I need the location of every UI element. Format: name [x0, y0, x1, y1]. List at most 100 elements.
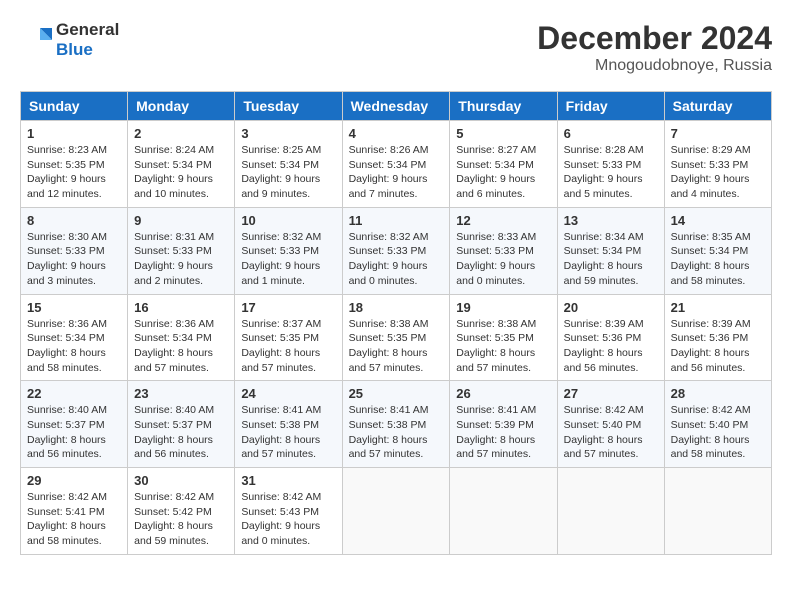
day-info: Sunrise: 8:30 AM Sunset: 5:33 PM Dayligh… [27, 230, 121, 289]
calendar-week-row: 15 Sunrise: 8:36 AM Sunset: 5:34 PM Dayli… [21, 294, 772, 381]
day-number: 21 [671, 300, 765, 315]
calendar-cell: 3 Sunrise: 8:25 AM Sunset: 5:34 PM Daylig… [235, 121, 342, 208]
day-number: 6 [564, 126, 658, 141]
day-info: Sunrise: 8:27 AM Sunset: 5:34 PM Dayligh… [456, 143, 550, 202]
day-info: Sunrise: 8:41 AM Sunset: 5:38 PM Dayligh… [241, 403, 335, 462]
day-number: 14 [671, 213, 765, 228]
day-info: Sunrise: 8:25 AM Sunset: 5:34 PM Dayligh… [241, 143, 335, 202]
logo-icon [20, 24, 52, 56]
day-number: 26 [456, 386, 550, 401]
calendar-cell: 19Sunrise: 8:38 AM Sunset: 5:35 PM Dayli… [450, 294, 557, 381]
day-number: 5 [456, 126, 550, 141]
day-info: Sunrise: 8:29 AM Sunset: 5:33 PM Dayligh… [671, 143, 765, 202]
calendar-cell: 8 Sunrise: 8:30 AM Sunset: 5:33 PM Daylig… [21, 207, 128, 294]
calendar-cell: 9 Sunrise: 8:31 AM Sunset: 5:33 PM Daylig… [128, 207, 235, 294]
calendar-cell: 25Sunrise: 8:41 AM Sunset: 5:38 PM Dayli… [342, 381, 450, 468]
day-number: 3 [241, 126, 335, 141]
calendar-cell: 20 Sunrise: 8:39 AM Sunset: 5:36 PM Dayli… [557, 294, 664, 381]
day-info: Sunrise: 8:34 AM Sunset: 5:34 PM Dayligh… [564, 230, 658, 289]
calendar-header-row: SundayMondayTuesdayWednesdayThursdayFrid… [21, 92, 772, 121]
day-info: Sunrise: 8:40 AM Sunset: 5:37 PM Dayligh… [134, 403, 228, 462]
page-subtitle: Mnogoudobnoye, Russia [537, 57, 772, 75]
calendar-cell: 16 Sunrise: 8:36 AM Sunset: 5:34 PM Dayli… [128, 294, 235, 381]
day-info: Sunrise: 8:31 AM Sunset: 5:33 PM Dayligh… [134, 230, 228, 289]
calendar-table: SundayMondayTuesdayWednesdayThursdayFrid… [20, 91, 772, 555]
day-info: Sunrise: 8:42 AM Sunset: 5:43 PM Dayligh… [241, 490, 335, 549]
day-number: 16 [134, 300, 228, 315]
day-info: Sunrise: 8:28 AM Sunset: 5:33 PM Dayligh… [564, 143, 658, 202]
day-info: Sunrise: 8:23 AM Sunset: 5:35 PM Dayligh… [27, 143, 121, 202]
day-info: Sunrise: 8:42 AM Sunset: 5:41 PM Dayligh… [27, 490, 121, 549]
day-info: Sunrise: 8:26 AM Sunset: 5:34 PM Dayligh… [349, 143, 444, 202]
day-number: 23 [134, 386, 228, 401]
weekday-header: Thursday [450, 92, 557, 121]
calendar-cell [557, 468, 664, 555]
day-info: Sunrise: 8:38 AM Sunset: 5:35 PM Dayligh… [349, 317, 444, 376]
calendar-week-row: 22 Sunrise: 8:40 AM Sunset: 5:37 PM Dayli… [21, 381, 772, 468]
day-number: 24 [241, 386, 335, 401]
day-info: Sunrise: 8:42 AM Sunset: 5:42 PM Dayligh… [134, 490, 228, 549]
day-info: Sunrise: 8:40 AM Sunset: 5:37 PM Dayligh… [27, 403, 121, 462]
day-info: Sunrise: 8:37 AM Sunset: 5:35 PM Dayligh… [241, 317, 335, 376]
weekday-header: Sunday [21, 92, 128, 121]
day-number: 18 [349, 300, 444, 315]
calendar-cell: 15Sunrise: 8:36 AM Sunset: 5:34 PM Dayli… [21, 294, 128, 381]
calendar-cell: 29 Sunrise: 8:42 AM Sunset: 5:41 PM Dayli… [21, 468, 128, 555]
calendar-cell [664, 468, 771, 555]
day-info: Sunrise: 8:39 AM Sunset: 5:36 PM Dayligh… [671, 317, 765, 376]
logo-blue: Blue [56, 40, 93, 59]
calendar-cell: 6 Sunrise: 8:28 AM Sunset: 5:33 PM Daylig… [557, 121, 664, 208]
day-number: 28 [671, 386, 765, 401]
day-number: 17 [241, 300, 335, 315]
day-number: 22 [27, 386, 121, 401]
day-info: Sunrise: 8:41 AM Sunset: 5:39 PM Dayligh… [456, 403, 550, 462]
calendar-cell: 21 Sunrise: 8:39 AM Sunset: 5:36 PM Dayli… [664, 294, 771, 381]
title-block: December 2024 Mnogoudobnoye, Russia [537, 20, 772, 75]
calendar-cell: 24 Sunrise: 8:41 AM Sunset: 5:38 PM Dayli… [235, 381, 342, 468]
calendar-cell: 12Sunrise: 8:33 AM Sunset: 5:33 PM Dayli… [450, 207, 557, 294]
weekday-header: Tuesday [235, 92, 342, 121]
calendar-week-row: 29 Sunrise: 8:42 AM Sunset: 5:41 PM Dayli… [21, 468, 772, 555]
day-number: 20 [564, 300, 658, 315]
day-number: 8 [27, 213, 121, 228]
weekday-header: Friday [557, 92, 664, 121]
calendar-cell: 13Sunrise: 8:34 AM Sunset: 5:34 PM Dayli… [557, 207, 664, 294]
calendar-cell: 23 Sunrise: 8:40 AM Sunset: 5:37 PM Dayli… [128, 381, 235, 468]
calendar-cell: 7Sunrise: 8:29 AM Sunset: 5:33 PM Daylig… [664, 121, 771, 208]
day-info: Sunrise: 8:32 AM Sunset: 5:33 PM Dayligh… [349, 230, 444, 289]
weekday-header: Saturday [664, 92, 771, 121]
weekday-header: Monday [128, 92, 235, 121]
calendar-cell [342, 468, 450, 555]
day-number: 27 [564, 386, 658, 401]
calendar-week-row: 8 Sunrise: 8:30 AM Sunset: 5:33 PM Daylig… [21, 207, 772, 294]
calendar-cell: 18 Sunrise: 8:38 AM Sunset: 5:35 PM Dayli… [342, 294, 450, 381]
logo-text: General Blue [56, 20, 119, 60]
day-info: Sunrise: 8:38 AM Sunset: 5:35 PM Dayligh… [456, 317, 550, 376]
calendar-cell: 27 Sunrise: 8:42 AM Sunset: 5:40 PM Dayli… [557, 381, 664, 468]
day-info: Sunrise: 8:42 AM Sunset: 5:40 PM Dayligh… [671, 403, 765, 462]
day-info: Sunrise: 8:32 AM Sunset: 5:33 PM Dayligh… [241, 230, 335, 289]
calendar-week-row: 1 Sunrise: 8:23 AM Sunset: 5:35 PM Daylig… [21, 121, 772, 208]
weekday-header: Wednesday [342, 92, 450, 121]
day-number: 10 [241, 213, 335, 228]
calendar-cell: 26 Sunrise: 8:41 AM Sunset: 5:39 PM Dayli… [450, 381, 557, 468]
day-info: Sunrise: 8:24 AM Sunset: 5:34 PM Dayligh… [134, 143, 228, 202]
day-number: 9 [134, 213, 228, 228]
day-number: 29 [27, 473, 121, 488]
day-number: 15 [27, 300, 121, 315]
calendar-cell: 10 Sunrise: 8:32 AM Sunset: 5:33 PM Dayli… [235, 207, 342, 294]
calendar-cell: 28 Sunrise: 8:42 AM Sunset: 5:40 PM Dayli… [664, 381, 771, 468]
calendar-cell: 17 Sunrise: 8:37 AM Sunset: 5:35 PM Dayli… [235, 294, 342, 381]
day-number: 1 [27, 126, 121, 141]
day-number: 31 [241, 473, 335, 488]
calendar-body: 1 Sunrise: 8:23 AM Sunset: 5:35 PM Daylig… [21, 121, 772, 555]
day-info: Sunrise: 8:39 AM Sunset: 5:36 PM Dayligh… [564, 317, 658, 376]
calendar-cell: 11 Sunrise: 8:32 AM Sunset: 5:33 PM Dayli… [342, 207, 450, 294]
day-number: 30 [134, 473, 228, 488]
day-info: Sunrise: 8:42 AM Sunset: 5:40 PM Dayligh… [564, 403, 658, 462]
day-info: Sunrise: 8:36 AM Sunset: 5:34 PM Dayligh… [134, 317, 228, 376]
day-number: 11 [349, 213, 444, 228]
logo: General Blue [20, 20, 119, 60]
day-info: Sunrise: 8:41 AM Sunset: 5:38 PM Dayligh… [349, 403, 444, 462]
calendar-cell: 30 Sunrise: 8:42 AM Sunset: 5:42 PM Dayli… [128, 468, 235, 555]
